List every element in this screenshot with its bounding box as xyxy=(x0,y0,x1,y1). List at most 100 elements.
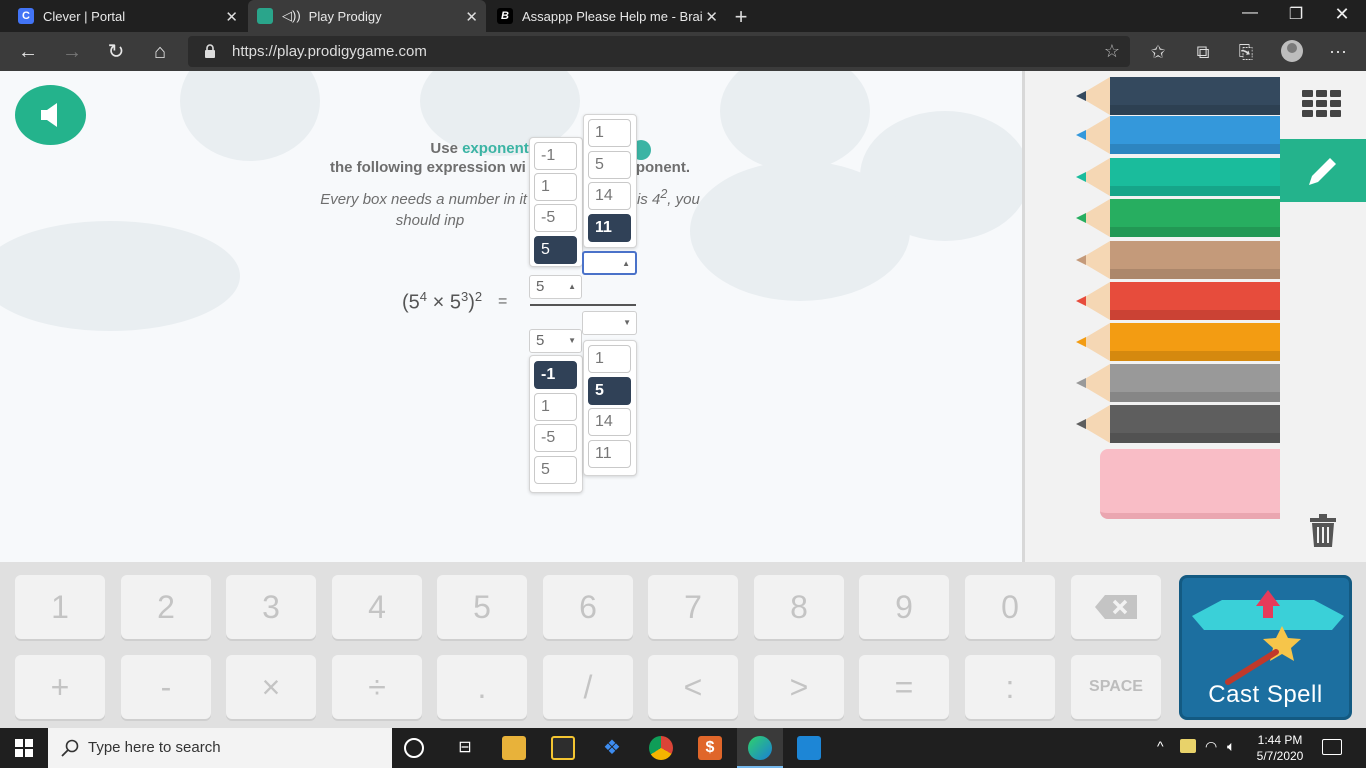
favorite-star-icon[interactable]: ☆ xyxy=(1104,36,1120,67)
key-1[interactable]: 1 xyxy=(15,575,105,639)
minimize-icon[interactable]: — xyxy=(1239,4,1261,22)
file-explorer-icon[interactable] xyxy=(502,736,526,760)
key-minus[interactable]: - xyxy=(121,655,211,719)
store-icon[interactable] xyxy=(551,736,575,760)
denominator-base-select[interactable]: 5 ▼ xyxy=(529,329,582,353)
forward-icon[interactable]: → xyxy=(60,40,84,64)
key-6[interactable]: 6 xyxy=(543,575,633,639)
key-4[interactable]: 4 xyxy=(332,575,422,639)
cast-spell-button[interactable]: Cast Spell xyxy=(1179,575,1352,720)
select-value: 5 xyxy=(536,332,545,349)
key-less-than[interactable]: < xyxy=(648,655,738,719)
exponent: 2 xyxy=(474,289,483,304)
clever-icon: C xyxy=(18,8,34,24)
back-icon[interactable]: ← xyxy=(16,40,40,64)
key-5[interactable]: 5 xyxy=(437,575,527,639)
pencil-teal[interactable] xyxy=(1076,158,1280,196)
pencil-tan[interactable] xyxy=(1076,241,1280,279)
task-view-icon[interactable]: ⊟ xyxy=(453,736,477,760)
pencil-orange[interactable] xyxy=(1076,323,1280,361)
pencil-dark-gray[interactable] xyxy=(1076,405,1280,443)
pencil-navy[interactable] xyxy=(1076,77,1280,115)
key-equals[interactable]: = xyxy=(859,655,949,719)
mail-icon[interactable] xyxy=(797,736,821,760)
pencil-gray[interactable] xyxy=(1076,364,1280,402)
volume-icon[interactable]: 🔈︎ xyxy=(1227,738,1235,754)
key-divide[interactable]: ÷ xyxy=(332,655,422,719)
key-decimal[interactable]: . xyxy=(437,655,527,719)
battery-icon[interactable] xyxy=(1180,739,1196,753)
close-icon[interactable]: ✕ xyxy=(465,8,478,26)
option-selected[interactable]: 11 xyxy=(588,214,631,242)
chrome-icon[interactable] xyxy=(649,736,673,760)
close-icon[interactable]: ✕ xyxy=(225,8,238,26)
numerator-exponent-select[interactable]: ▲ xyxy=(582,251,637,275)
pen-tool-button[interactable] xyxy=(1280,139,1366,202)
taskbar-search-input[interactable]: Type here to search xyxy=(48,728,392,768)
eraser[interactable] xyxy=(1100,449,1280,519)
backspace-key[interactable] xyxy=(1071,575,1161,639)
option[interactable]: -1 xyxy=(534,142,577,170)
share-icon[interactable]: ⎘ xyxy=(1234,41,1258,63)
option-selected[interactable]: -1 xyxy=(534,361,577,389)
edge-taskbar-active[interactable] xyxy=(737,728,783,768)
option[interactable]: 14 xyxy=(588,182,631,210)
option[interactable]: 1 xyxy=(534,173,577,201)
option-selected[interactable]: 5 xyxy=(534,236,577,264)
more-icon[interactable]: ⋯ xyxy=(1326,41,1350,63)
read-aloud-button[interactable] xyxy=(15,85,86,145)
tab-brainly[interactable]: B Assappp Please Help me - Brainl ✕ xyxy=(488,0,726,32)
key-3[interactable]: 3 xyxy=(226,575,316,639)
option[interactable]: 1 xyxy=(534,393,577,421)
app-icon[interactable]: $ xyxy=(698,736,722,760)
refresh-icon[interactable]: ↻ xyxy=(104,40,128,64)
new-tab-button[interactable]: + xyxy=(730,4,752,30)
favorites-icon[interactable]: ✩ xyxy=(1146,41,1170,63)
exponent: 3 xyxy=(460,289,469,304)
windows-start-icon[interactable] xyxy=(15,739,33,757)
key-colon[interactable]: : xyxy=(965,655,1055,719)
space-key[interactable]: SPACE xyxy=(1071,655,1161,719)
pencil-red[interactable] xyxy=(1076,282,1280,320)
option[interactable]: 1 xyxy=(588,119,631,147)
notifications-icon[interactable] xyxy=(1322,739,1342,755)
numerator-base-select[interactable]: 5 ▲ xyxy=(529,275,582,299)
option[interactable]: -5 xyxy=(534,424,577,452)
collections-icon[interactable]: ⧉ xyxy=(1191,41,1215,63)
close-icon[interactable]: ✕ xyxy=(705,8,718,26)
tab-clever[interactable]: C Clever | Portal ✕ xyxy=(0,0,246,32)
key-greater-than[interactable]: > xyxy=(754,655,844,719)
grid-icon[interactable] xyxy=(1300,88,1344,118)
tab-prodigy[interactable]: ◁)) Play Prodigy ✕ xyxy=(248,0,486,32)
trash-icon[interactable] xyxy=(1308,514,1338,548)
key-slash[interactable]: / xyxy=(543,655,633,719)
option[interactable]: 11 xyxy=(588,440,631,468)
pencil-green[interactable] xyxy=(1076,199,1280,237)
key-2[interactable]: 2 xyxy=(121,575,211,639)
profile-avatar[interactable] xyxy=(1281,40,1303,62)
key-9[interactable]: 9 xyxy=(859,575,949,639)
speaker-icon[interactable]: ◁)) xyxy=(282,8,301,24)
key-0[interactable]: 0 xyxy=(965,575,1055,639)
window-close-icon[interactable]: ✕ xyxy=(1331,4,1353,25)
key-7[interactable]: 7 xyxy=(648,575,738,639)
option[interactable]: 5 xyxy=(588,151,631,179)
key-plus[interactable]: + xyxy=(15,655,105,719)
cortana-icon[interactable] xyxy=(404,738,424,758)
home-icon[interactable]: ⌂ xyxy=(148,40,172,64)
dropbox-icon[interactable]: ❖ xyxy=(600,736,624,760)
option[interactable]: -5 xyxy=(534,204,577,232)
option[interactable]: 1 xyxy=(588,345,631,373)
wifi-icon[interactable]: ◠ xyxy=(1205,738,1217,754)
tray-chevron-icon[interactable]: ^ xyxy=(1157,738,1164,754)
option-selected[interactable]: 5 xyxy=(588,377,631,405)
url-bar[interactable]: https://play.prodigygame.com ☆ xyxy=(188,36,1130,67)
pencil-blue[interactable] xyxy=(1076,116,1280,154)
clock[interactable]: 1:44 PM 5/7/2020 xyxy=(1250,732,1310,764)
key-multiply[interactable]: × xyxy=(226,655,316,719)
option[interactable]: 5 xyxy=(534,456,577,484)
option[interactable]: 14 xyxy=(588,408,631,436)
restore-icon[interactable]: ❐ xyxy=(1285,4,1307,24)
key-8[interactable]: 8 xyxy=(754,575,844,639)
denominator-exponent-select[interactable]: ▼ xyxy=(582,311,637,335)
